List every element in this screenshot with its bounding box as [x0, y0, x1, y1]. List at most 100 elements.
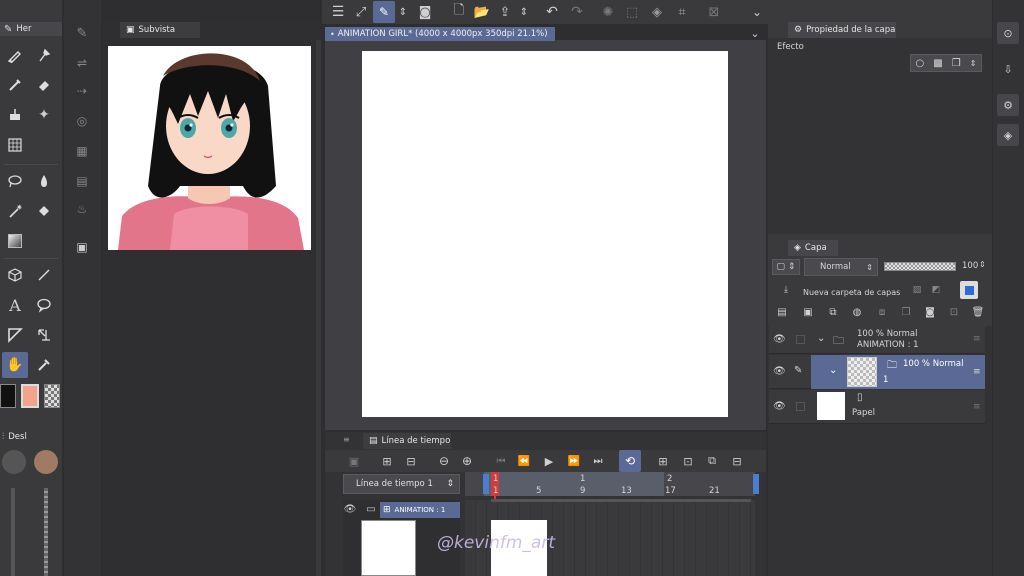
subview-tab[interactable]: ▣ Subvista	[120, 22, 200, 38]
menu-icon[interactable]: ☰	[327, 1, 349, 23]
layer-row-selected[interactable]: 👁 ✎ ⌄ 🗀 100 % Normal 1 ≡	[769, 355, 985, 389]
lock-icon[interactable]: ▨	[910, 283, 924, 297]
cel-edit-icon[interactable]: ⊟	[400, 450, 422, 472]
sub-tool-arrows-icon[interactable]: ⇢	[71, 80, 93, 102]
fill-selection-icon[interactable]: ◈	[646, 1, 668, 23]
new-file-icon[interactable]: 🗋	[448, 1, 470, 23]
edit-canvas-icon[interactable]: ✎	[373, 1, 395, 23]
effect-buttons[interactable]: ○ ▩ ❐ ⇕	[910, 54, 982, 72]
chevron-updown-icon[interactable]: ⇕	[979, 260, 986, 269]
3d-figure-icon[interactable]	[4, 264, 26, 286]
clip-icon[interactable]: ⤓	[779, 283, 793, 297]
fill-tool-icon[interactable]	[33, 200, 55, 222]
export-icon[interactable]: ⇪	[494, 1, 516, 23]
drag-handle-icon[interactable]: ≡	[973, 334, 981, 344]
copy-layer-icon[interactable]: ❐	[898, 304, 914, 320]
layer-props-icon[interactable]: ⚙	[997, 94, 1019, 116]
ruler-layer-icon[interactable]: ⊡	[946, 304, 962, 320]
transparent-color-swatch[interactable]	[44, 384, 60, 408]
texture-icon[interactable]: ▩	[933, 58, 942, 69]
magic-wand-icon[interactable]: ✷	[4, 200, 26, 222]
play-icon[interactable]: ▶	[538, 450, 560, 472]
layer-row-paper[interactable]: 👁 ▯ Papel ≡	[769, 390, 985, 424]
view-icon[interactable]: ◙	[414, 1, 436, 23]
next-frame-icon[interactable]: ⏩	[563, 450, 585, 472]
balloon-tool-icon[interactable]	[33, 294, 55, 316]
sub-tool-pencil-icon[interactable]: ✎	[71, 22, 93, 44]
chevron-down-icon[interactable]: ⌄	[748, 26, 762, 40]
eyedropper-icon[interactable]	[33, 354, 55, 376]
fit-screen-icon[interactable]: ⤢	[350, 1, 372, 23]
pen-edit-icon[interactable]: ✎	[794, 365, 802, 376]
eye-icon[interactable]: 👁	[773, 401, 786, 412]
layer-row-folder[interactable]: 👁 ⌄ 🗀 100 % Normal ANIMATION : 1 ≡	[769, 326, 985, 354]
range-start-marker[interactable]	[483, 474, 489, 494]
blend-mode-select[interactable]: Normal ⇕	[804, 258, 878, 276]
transform-grid-icon[interactable]	[4, 134, 26, 156]
sub-tool-stack-icon[interactable]: ▤	[71, 170, 93, 192]
timeline-track-row[interactable]: ⊞ ANIMATION : 1	[380, 502, 460, 518]
pen-tool-icon[interactable]	[4, 44, 26, 66]
new-folder-label[interactable]: Nueva carpeta de capas	[803, 288, 900, 297]
circle-icon[interactable]: ○	[916, 58, 925, 69]
chevron-updown-icon[interactable]: ⇕	[517, 1, 531, 23]
chevron-down-icon[interactable]: ⌄	[746, 1, 768, 23]
eye-icon[interactable]: 👁	[773, 334, 786, 345]
tool-panel-tab[interactable]: ✎ Her	[0, 22, 62, 36]
last-frame-icon[interactable]: ⏭	[587, 450, 609, 472]
copy-icon[interactable]: ❐	[952, 58, 961, 69]
new-folder-icon[interactable]: ⧉	[825, 304, 841, 320]
hand-tool-icon[interactable]: ✋	[2, 352, 28, 378]
new-raster-layer-icon[interactable]: ▤	[774, 304, 790, 320]
sub-tool-sliders-icon[interactable]: ⇌	[71, 52, 93, 74]
panel-scrollbar[interactable]	[316, 40, 321, 576]
folder-icon[interactable]: ▭	[364, 502, 378, 516]
close-dot-icon[interactable]: •	[330, 30, 335, 39]
sub-tool-circle-icon[interactable]: ◎	[71, 110, 93, 132]
plus-icon[interactable]: ⊞	[383, 505, 391, 515]
chevron-down-icon[interactable]: ⌄	[817, 333, 825, 344]
range-end-marker[interactable]	[753, 474, 759, 494]
layers-stack-icon[interactable]: ◈	[997, 124, 1019, 146]
lasso-tool-icon[interactable]	[4, 170, 26, 192]
visibility-box[interactable]	[796, 335, 805, 344]
redo-icon[interactable]: ↷	[566, 1, 588, 23]
merge-icon[interactable]: ⧈	[874, 304, 890, 320]
chevron-updown-icon[interactable]: ⇕	[970, 59, 977, 68]
main-color-swatch[interactable]	[21, 384, 39, 408]
eye-icon[interactable]: 👁	[773, 366, 786, 377]
sub-tool-drop-icon[interactable]: ♨	[71, 198, 93, 220]
layer-mask-icon[interactable]: ◙	[922, 304, 938, 320]
panel-grip-icon[interactable]: ≡	[343, 435, 353, 445]
mask-icon[interactable]: ◍	[849, 304, 865, 320]
layer-color-icon[interactable]: ▢ ⇕	[772, 259, 800, 275]
gradient-tool-icon[interactable]	[4, 230, 26, 252]
assign-cel-icon[interactable]: ⊡	[677, 450, 699, 472]
brush-size-slider-track[interactable]	[44, 488, 48, 576]
drag-handle-icon[interactable]: ≡	[973, 367, 981, 377]
lock-alpha-icon[interactable]: ◩	[929, 283, 943, 297]
subview-image[interactable]	[108, 46, 311, 250]
opacity-value[interactable]: 100	[962, 261, 978, 271]
fill-bucket-icon[interactable]	[4, 104, 26, 126]
timeline-selector[interactable]: Línea de tiempo 1 ⇕	[343, 474, 460, 494]
new-vector-layer-icon[interactable]: ▣	[800, 304, 816, 320]
sub-tool-save-icon[interactable]: ▣	[71, 236, 93, 258]
sub-tool-grid-icon[interactable]: ▦	[71, 140, 93, 162]
disabled-tool-icon[interactable]: ⊠	[703, 1, 725, 23]
zoom-in-icon[interactable]: ⊕	[456, 450, 478, 472]
canvas-tab[interactable]: • ANIMATION GIRL* (4000 x 4000px 350dpi …	[325, 27, 555, 41]
first-frame-icon[interactable]: ⏮	[490, 450, 512, 472]
visibility-box[interactable]	[796, 402, 805, 411]
new-timeline-icon[interactable]: ▣	[343, 450, 365, 472]
brush-size-slider-track[interactable]	[11, 488, 15, 576]
loop-icon[interactable]: ⟲	[619, 450, 641, 472]
eye-icon[interactable]: 👁	[343, 502, 357, 516]
text-tool-icon[interactable]: A	[4, 294, 26, 316]
open-folder-icon[interactable]: 📂	[471, 1, 493, 23]
onion-skin-icon[interactable]: ⧉	[701, 450, 723, 472]
zoom-out-icon[interactable]: ⊖	[433, 450, 455, 472]
light-table-icon[interactable]: ⊟	[726, 450, 748, 472]
timeline-tab[interactable]: ▤ Línea de tiempo	[363, 433, 451, 449]
drawing-canvas[interactable]	[362, 51, 728, 417]
